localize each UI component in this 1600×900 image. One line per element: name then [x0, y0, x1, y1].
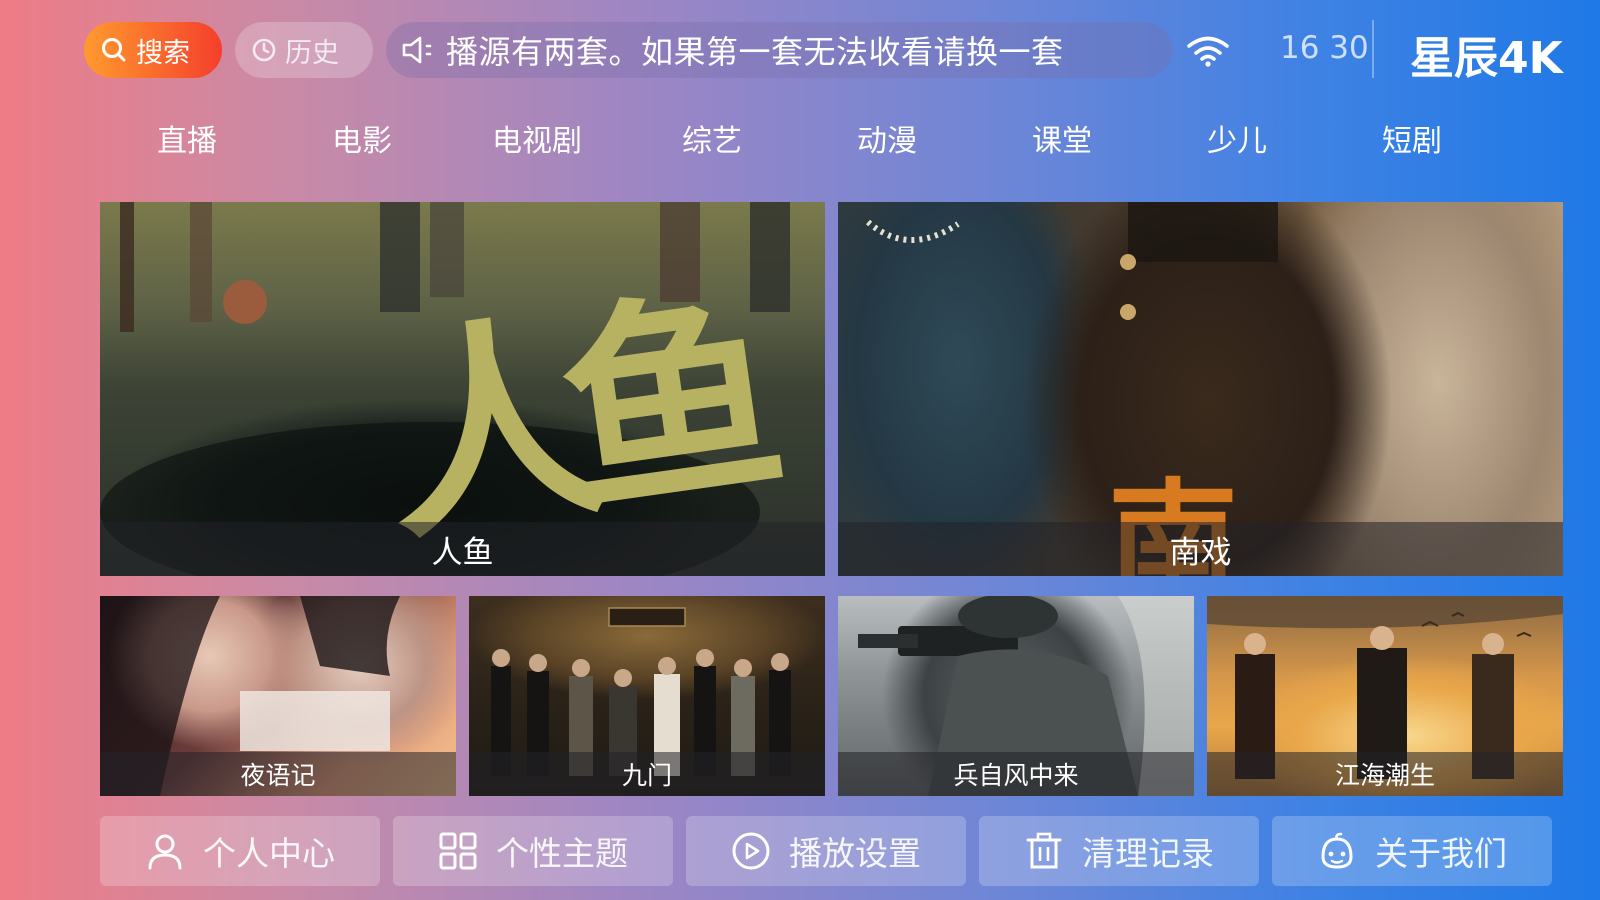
nav-item-live[interactable]: 直播 [157, 116, 217, 160]
poster-title: 南戏 [838, 522, 1563, 576]
poster-title: 九门 [469, 752, 825, 796]
nav-item-movies[interactable]: 电影 [332, 116, 392, 160]
search-label: 搜索 [136, 37, 190, 69]
history-button[interactable]: 历史 [235, 22, 373, 78]
poster-card-renyu[interactable]: 人鱼 人鱼 [100, 202, 825, 576]
clock-icon [252, 38, 276, 62]
poster-card-bingzifengzhonglai[interactable]: 兵自风中来 [838, 596, 1194, 796]
nav-item-anime[interactable]: 动漫 [857, 116, 917, 160]
category-nav: 直播 电影 电视剧 综艺 动漫 课堂 少儿 短剧 [0, 116, 1600, 166]
poster-title: 夜语记 [100, 752, 456, 796]
user-icon [148, 834, 182, 870]
profile-button[interactable]: 个人中心 [100, 816, 380, 886]
trash-icon [1026, 832, 1062, 869]
playback-settings-label: 播放设置 [789, 834, 921, 873]
divider [1372, 20, 1374, 78]
clock-time: 16 30 [1280, 30, 1369, 66]
theme-label: 个性主题 [496, 834, 628, 873]
grid-icon [439, 832, 477, 870]
nav-item-tv-series[interactable]: 电视剧 [492, 116, 582, 160]
poster-title: 人鱼 [100, 522, 825, 576]
wifi-icon [1187, 36, 1229, 67]
poster-title: 兵自风中来 [838, 752, 1194, 796]
about-us-label: 关于我们 [1375, 834, 1507, 873]
play-circle-icon [732, 832, 770, 870]
nav-item-kids[interactable]: 少儿 [1207, 116, 1267, 160]
poster-card-nanxi[interactable]: 南 南戏 [838, 202, 1563, 576]
theme-button[interactable]: 个性主题 [393, 816, 673, 886]
clear-history-button[interactable]: 清理记录 [979, 816, 1259, 886]
poster-card-jianghaichaosheng[interactable]: 江海潮生 [1207, 596, 1563, 796]
poster-title: 江海潮生 [1207, 752, 1563, 796]
speaker-icon [402, 36, 432, 64]
history-label: 历史 [285, 37, 339, 69]
poster-card-jiumen[interactable]: 九门 [469, 596, 825, 796]
robot-icon [1321, 832, 1353, 869]
nav-item-short-drama[interactable]: 短剧 [1382, 116, 1442, 160]
search-icon [102, 38, 126, 62]
nav-item-classroom[interactable]: 课堂 [1032, 116, 1092, 160]
search-button[interactable]: 搜索 [84, 22, 222, 78]
clear-history-label: 清理记录 [1082, 834, 1214, 873]
brand-logo: 星辰4K [1410, 33, 1563, 84]
playback-settings-button[interactable]: 播放设置 [686, 816, 966, 886]
poster-card-yeyuji[interactable]: 夜语记 [100, 596, 456, 796]
nav-item-variety[interactable]: 综艺 [682, 116, 742, 160]
announcement-marquee: 播源有两套。如果第一套无法收看请换一套 [386, 22, 1172, 78]
profile-label: 个人中心 [203, 834, 335, 873]
about-us-button[interactable]: 关于我们 [1272, 816, 1552, 886]
announcement-text: 播源有两套。如果第一套无法收看请换一套 [446, 33, 1064, 71]
